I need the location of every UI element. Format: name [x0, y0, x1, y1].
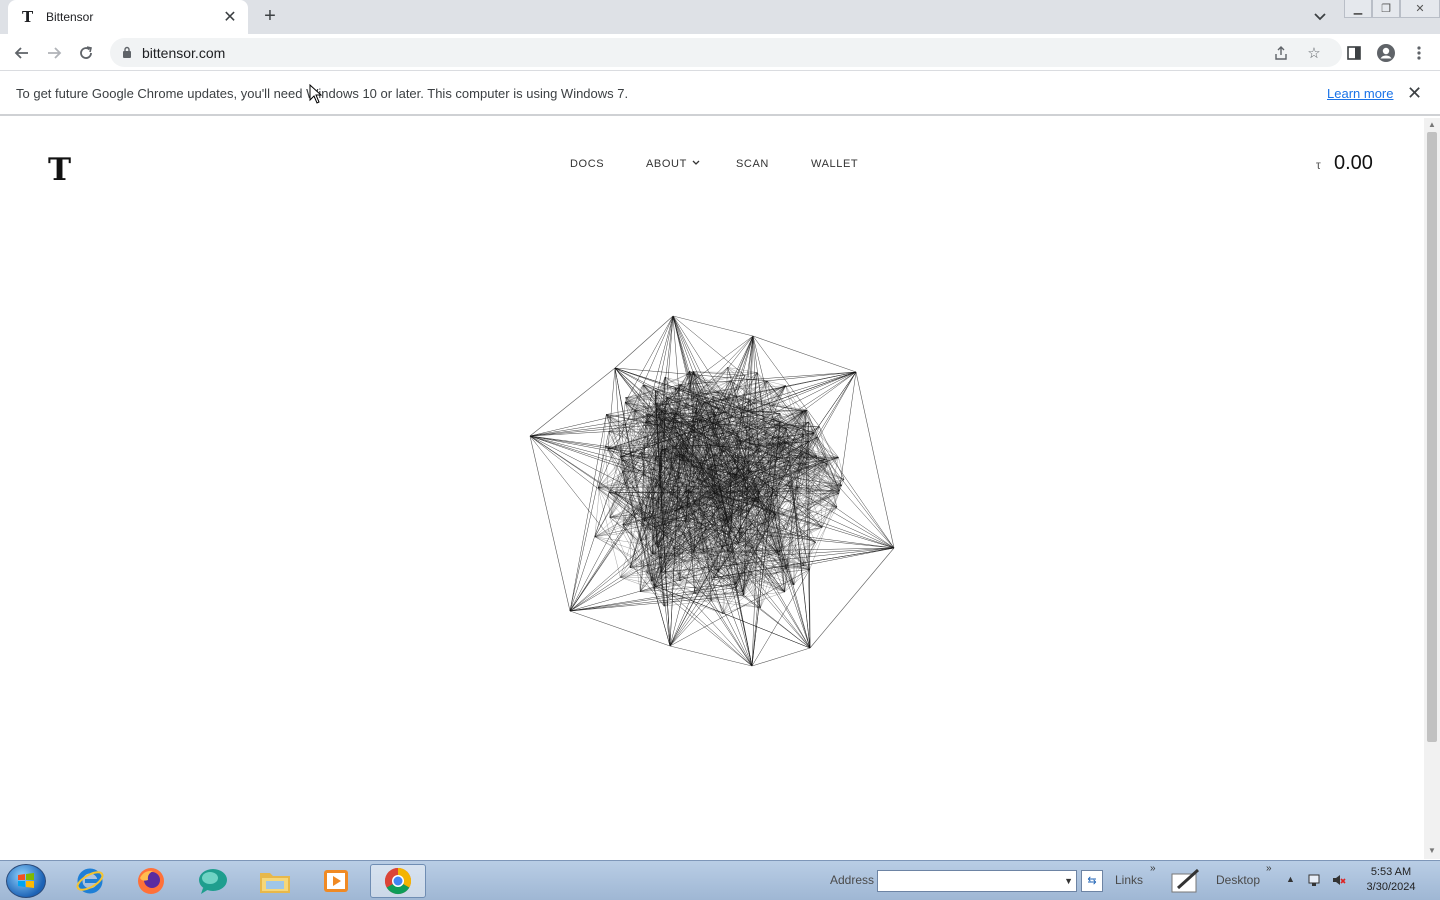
taskbar-chat-app[interactable] [185, 864, 241, 898]
restore-button[interactable]: ❐ [1372, 0, 1400, 18]
chat-bubble-icon [199, 869, 227, 894]
taskbar-address-input[interactable]: ▼ [877, 870, 1077, 892]
taskbar-desktop-label[interactable]: Desktop [1216, 873, 1260, 887]
scroll-down-arrow-icon[interactable]: ▼ [1428, 846, 1436, 855]
network-polyhedron-graphic [529, 315, 895, 667]
browser-toolbar: bittensor.com ☆ [0, 34, 1440, 71]
mouse-cursor-icon [309, 84, 323, 104]
kebab-icon [1417, 46, 1421, 60]
share-icon[interactable] [1272, 44, 1290, 62]
update-infobar: To get future Google Chrome updates, you… [0, 71, 1440, 116]
window-controls: ▁ ❐ ✕ [1344, 0, 1440, 18]
star-bookmark-icon[interactable]: ☆ [1305, 44, 1323, 62]
media-player-icon [324, 870, 348, 892]
folder-icon [260, 873, 290, 893]
desktop-chevron-icon[interactable]: » [1266, 863, 1272, 874]
internet-explorer-icon [76, 868, 104, 894]
nav-docs[interactable]: DOCS [570, 158, 604, 170]
taskbar-chrome[interactable] [370, 864, 426, 898]
windows-logo-icon [18, 873, 34, 888]
nav-about[interactable]: ABOUT [646, 158, 700, 170]
nav-wallet[interactable]: WALLET [811, 158, 858, 170]
balance-value: 0.00 [1334, 152, 1373, 174]
network-tray-icon[interactable] [1307, 873, 1321, 887]
taskbar-internet-explorer[interactable] [62, 864, 118, 898]
tab-title: Bittensor [46, 10, 94, 24]
avatar-icon [1377, 44, 1395, 62]
volume-muted-icon[interactable] [1332, 873, 1346, 887]
tab-favicon-icon: T [22, 8, 34, 26]
scroll-up-arrow-icon[interactable]: ▲ [1428, 120, 1436, 129]
windows-taskbar: Address ▼ ⇆ Links » Desktop » ▲ 5:53 AM … [0, 860, 1440, 900]
tab-strip: T Bittensor ✕ + ▁ ❐ ✕ [0, 0, 1440, 34]
web-page: T DOCS ABOUT SCAN WALLET τ 0.00 [0, 118, 1424, 859]
arrow-left-icon [14, 47, 28, 59]
taskbar-media-player[interactable] [308, 864, 364, 898]
taskbar-links-label[interactable]: Links [1115, 873, 1143, 887]
close-icon[interactable]: ✕ [222, 7, 238, 27]
clock-time: 5:53 AM [1370, 866, 1412, 878]
links-chevron-icon[interactable]: » [1150, 863, 1156, 874]
notepad-pen-icon[interactable] [1170, 868, 1202, 894]
side-panel-icon [1347, 46, 1361, 60]
start-button[interactable] [6, 864, 46, 898]
profile-button[interactable] [1374, 41, 1398, 65]
window-close-button[interactable]: ✕ [1400, 0, 1440, 18]
firefox-icon [138, 868, 164, 894]
side-panel-button[interactable] [1342, 41, 1366, 65]
menu-kebab-button[interactable] [1407, 41, 1431, 65]
lock-icon[interactable] [122, 46, 132, 58]
new-tab-button[interactable]: + [259, 5, 281, 27]
nav-scan[interactable]: SCAN [736, 158, 769, 170]
clock-date: 3/30/2024 [1366, 881, 1416, 893]
site-logo[interactable]: T [48, 152, 71, 188]
url-text: bittensor.com [142, 45, 226, 61]
learn-more-link[interactable]: Learn more [1327, 86, 1393, 101]
chevron-down-icon [692, 160, 700, 165]
taskbar-address-label: Address [830, 873, 875, 887]
taskbar-file-explorer[interactable] [247, 864, 303, 898]
taskbar-firefox[interactable] [123, 864, 179, 898]
reload-button[interactable] [74, 41, 98, 65]
scroll-thumb[interactable] [1427, 132, 1437, 742]
nav-about-label: ABOUT [646, 158, 687, 170]
taskbar-clock[interactable]: 5:53 AM 3/30/2024 [1362, 865, 1420, 895]
vertical-scrollbar[interactable]: ▲ ▼ [1424, 118, 1440, 859]
back-button[interactable] [10, 41, 34, 65]
tray-expand-arrow-icon[interactable]: ▲ [1286, 874, 1295, 884]
chrome-icon [384, 867, 412, 895]
tab-bittensor[interactable]: T Bittensor ✕ [8, 0, 248, 34]
tao-symbol: τ [1316, 158, 1321, 172]
dropdown-arrow-icon[interactable]: ▼ [1064, 876, 1073, 886]
reload-icon [80, 46, 92, 59]
minimize-button[interactable]: ▁ [1344, 0, 1372, 18]
infobar-close-icon[interactable]: ✕ [1407, 83, 1422, 104]
forward-button[interactable] [42, 41, 66, 65]
address-bar[interactable]: bittensor.com ☆ [110, 38, 1342, 67]
arrow-right-icon [48, 47, 62, 59]
tab-search-chevron-icon[interactable] [1311, 8, 1329, 26]
taskbar-address-go-button[interactable]: ⇆ [1081, 870, 1103, 892]
